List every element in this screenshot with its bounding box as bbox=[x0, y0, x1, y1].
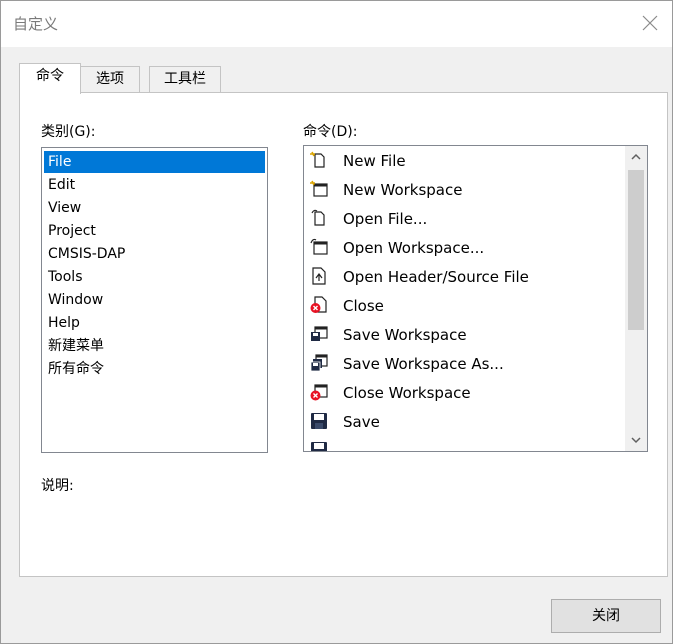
commands-listbox[interactable]: New File New Workspace Open File... Open… bbox=[303, 145, 648, 452]
window-title: 自定义 bbox=[13, 15, 59, 33]
open-header-source-icon bbox=[312, 267, 326, 285]
category-label: 所有命令 bbox=[48, 361, 104, 377]
command-label: Save Workspace As... bbox=[343, 355, 504, 373]
category-label: 新建菜单 bbox=[48, 338, 104, 354]
category-label: File bbox=[48, 154, 72, 170]
category-project[interactable]: Project bbox=[44, 220, 265, 242]
command-label: New File bbox=[343, 152, 406, 170]
save-icon bbox=[311, 413, 327, 429]
commands-scrollbar[interactable] bbox=[625, 146, 647, 451]
category-label: Project bbox=[48, 223, 96, 239]
command-label: Close bbox=[343, 297, 384, 315]
tab-options[interactable]: 选项 bbox=[80, 66, 140, 93]
category-cmsis-dap[interactable]: CMSIS-DAP bbox=[44, 243, 265, 265]
command-save-workspace-as[interactable]: Save Workspace As... bbox=[306, 349, 624, 378]
command-close[interactable]: Close bbox=[306, 291, 624, 320]
category-tools[interactable]: Tools bbox=[44, 266, 265, 288]
close-window-icon[interactable] bbox=[638, 11, 662, 35]
command-label: New Workspace bbox=[343, 181, 463, 199]
close-file-icon bbox=[310, 296, 327, 313]
commands-label: 命令(D): bbox=[303, 124, 358, 140]
command-open-header-source[interactable]: Open Header/Source File bbox=[306, 262, 624, 291]
open-file-icon bbox=[311, 209, 325, 226]
command-label: Open Workspace... bbox=[343, 239, 485, 257]
category-label: CMSIS-DAP bbox=[48, 246, 126, 262]
command-label: Save bbox=[343, 413, 380, 431]
category-label: Edit bbox=[48, 177, 76, 193]
close-button-label: 关闭 bbox=[592, 608, 620, 624]
tab-toolbars-label: 工具栏 bbox=[164, 71, 206, 87]
scrollbar-thumb[interactable] bbox=[628, 170, 644, 330]
open-workspace-icon bbox=[310, 238, 328, 255]
category-file[interactable]: File bbox=[44, 151, 265, 173]
new-file-icon bbox=[310, 151, 325, 168]
close-button[interactable]: 关闭 bbox=[551, 599, 661, 633]
tab-commands-label: 命令 bbox=[36, 68, 64, 84]
close-workspace-icon bbox=[310, 384, 328, 401]
command-save[interactable]: Save bbox=[306, 407, 624, 436]
command-label: Close Workspace bbox=[343, 384, 471, 402]
category-all-commands[interactable]: 所有命令 bbox=[44, 358, 265, 380]
commands-tab-panel: 类别(G): File Edit View Project CMSIS-DAP … bbox=[19, 92, 668, 577]
category-window[interactable]: Window bbox=[44, 289, 265, 311]
command-save-workspace[interactable]: Save Workspace bbox=[306, 320, 624, 349]
title-bar: 自定义 bbox=[1, 1, 672, 47]
description-label: 说明: bbox=[41, 478, 74, 494]
save-as-icon bbox=[311, 442, 327, 451]
command-partially-visible[interactable] bbox=[306, 436, 624, 451]
command-label: Open File... bbox=[343, 210, 428, 228]
command-open-workspace[interactable]: Open Workspace... bbox=[306, 233, 624, 262]
tab-commands[interactable]: 命令 bbox=[19, 63, 81, 94]
command-new-workspace[interactable]: New Workspace bbox=[306, 175, 624, 204]
tab-options-label: 选项 bbox=[96, 71, 124, 87]
category-label: Help bbox=[48, 315, 80, 331]
command-close-workspace[interactable]: Close Workspace bbox=[306, 378, 624, 407]
command-open-file[interactable]: Open File... bbox=[306, 204, 624, 233]
save-workspace-icon bbox=[311, 326, 328, 341]
category-new-menu[interactable]: 新建菜单 bbox=[44, 335, 265, 357]
save-workspace-as-icon bbox=[310, 354, 328, 372]
category-help[interactable]: Help bbox=[44, 312, 265, 334]
scroll-down-icon[interactable] bbox=[625, 429, 647, 451]
command-label: Open Header/Source File bbox=[343, 268, 529, 286]
category-edit[interactable]: Edit bbox=[44, 174, 265, 196]
command-label: Save Workspace bbox=[343, 326, 467, 344]
customize-dialog: 自定义 命令 选项 工具栏 类别(G): File Edit View Proj… bbox=[0, 0, 673, 644]
scroll-up-icon[interactable] bbox=[625, 146, 647, 168]
category-label: Window bbox=[48, 292, 104, 308]
category-label: Tools bbox=[48, 269, 83, 285]
new-workspace-icon bbox=[310, 180, 328, 197]
categories-listbox[interactable]: File Edit View Project CMSIS-DAP Tools W… bbox=[41, 147, 268, 453]
tab-toolbars[interactable]: 工具栏 bbox=[149, 66, 221, 93]
category-label: View bbox=[48, 200, 82, 216]
command-new-file[interactable]: New File bbox=[306, 146, 624, 175]
category-view[interactable]: View bbox=[44, 197, 265, 219]
categories-label: 类别(G): bbox=[41, 124, 96, 140]
